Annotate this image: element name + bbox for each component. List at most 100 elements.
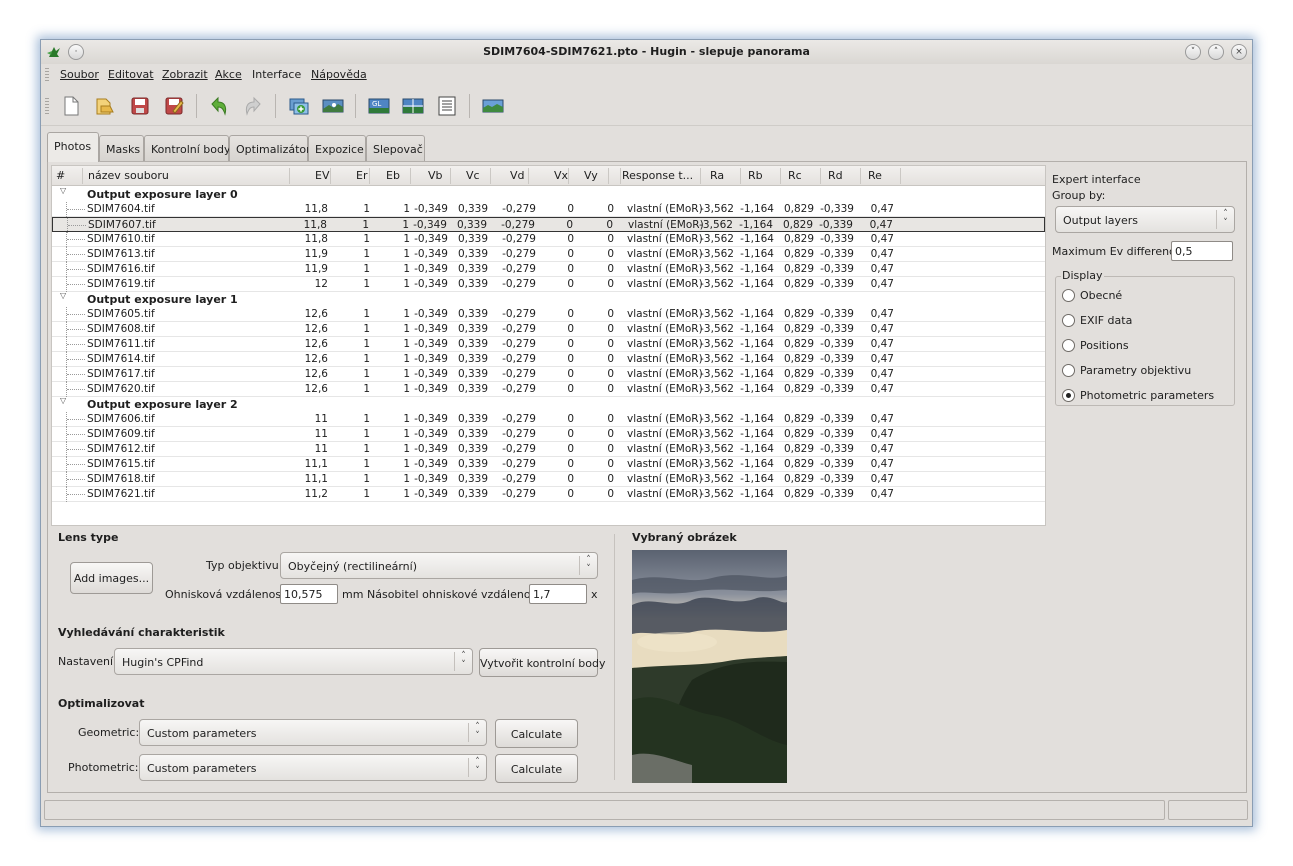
collapse-triangle-icon[interactable]: ▽ bbox=[60, 291, 66, 300]
table-row[interactable]: SDIM7611.tif 12,6 1 1 -0,349 0,339 -0,279 0 0 vla… bbox=[52, 337, 1045, 352]
column-header[interactable]: Response t... bbox=[622, 169, 693, 182]
tab-control-points[interactable]: Kontrolní body bbox=[144, 135, 230, 161]
photometric-calculate-button[interactable]: Calculate bbox=[495, 754, 578, 783]
add-images-icon[interactable] bbox=[288, 95, 310, 117]
fast-preview-icon[interactable] bbox=[402, 95, 424, 117]
undo-icon[interactable] bbox=[208, 95, 230, 117]
group-by-select[interactable]: Output layers ˄ ˅ bbox=[1055, 206, 1235, 233]
column-header[interactable]: Re bbox=[868, 169, 882, 182]
column-separator[interactable] bbox=[740, 168, 741, 184]
tab-masks[interactable]: Masks bbox=[99, 135, 144, 161]
save-as-icon[interactable] bbox=[163, 95, 185, 117]
column-header[interactable]: Vd bbox=[510, 169, 525, 182]
menu-soubor[interactable]: Soubor bbox=[60, 68, 99, 81]
collapse-triangle-icon[interactable]: ▽ bbox=[60, 186, 66, 195]
table-row[interactable]: SDIM7606.tif 11 1 1 -0,349 0,339 -0,279 0 0 vlast… bbox=[52, 412, 1045, 427]
table-row[interactable]: SDIM7604.tif 11,8 1 1 -0,349 0,339 -0,279 0 0 vla… bbox=[52, 202, 1045, 217]
column-separator[interactable] bbox=[700, 168, 701, 184]
radio-icon[interactable] bbox=[1062, 389, 1075, 402]
layout-icon[interactable] bbox=[436, 95, 458, 117]
toolbar-grip[interactable] bbox=[45, 98, 49, 114]
radio-icon[interactable] bbox=[1062, 289, 1075, 302]
tab-optimizer[interactable]: Optimalizátor bbox=[229, 135, 311, 161]
table-row[interactable]: SDIM7619.tif 12 1 1 -0,349 0,339 -0,279 0 0 vlast… bbox=[52, 277, 1045, 292]
column-separator[interactable] bbox=[450, 168, 451, 184]
column-separator[interactable] bbox=[620, 168, 621, 184]
images-table[interactable]: # název souboru EV Er Eb Vb Vc Vd Vx Vy Response t… bbox=[51, 165, 1046, 526]
radio-icon[interactable] bbox=[1062, 314, 1075, 327]
column-separator[interactable] bbox=[608, 168, 609, 184]
table-row[interactable]: SDIM7605.tif 12,6 1 1 -0,349 0,339 -0,279 0 0 vla… bbox=[52, 307, 1045, 322]
assistant-icon[interactable] bbox=[322, 95, 344, 117]
focal-length-input[interactable]: 10,575 bbox=[280, 584, 338, 604]
create-control-points-button[interactable]: Vytvořit kontrolní body bbox=[479, 648, 605, 677]
column-header[interactable]: Vb bbox=[428, 169, 443, 182]
column-separator[interactable] bbox=[568, 168, 569, 184]
radio-icon[interactable] bbox=[1062, 364, 1075, 377]
column-header[interactable]: Rb bbox=[748, 169, 763, 182]
new-icon[interactable] bbox=[60, 95, 82, 117]
column-separator[interactable] bbox=[490, 168, 491, 184]
table-row[interactable]: SDIM7620.tif 12,6 1 1 -0,349 0,339 -0,279 0 0 vla… bbox=[52, 382, 1045, 397]
tab-exposure[interactable]: Expozice bbox=[308, 135, 366, 161]
table-row[interactable]: SDIM7610.tif 11,8 1 1 -0,349 0,339 -0,279 0 0 vla… bbox=[52, 232, 1045, 247]
column-header[interactable]: EV bbox=[315, 169, 329, 182]
column-separator[interactable] bbox=[900, 168, 901, 184]
save-icon[interactable] bbox=[129, 95, 151, 117]
group-row[interactable]: ▽ Output exposure layer 2 bbox=[52, 396, 1045, 412]
table-row[interactable]: SDIM7608.tif 12,6 1 1 -0,349 0,339 -0,279 0 0 vla… bbox=[52, 322, 1045, 337]
table-row[interactable]: SDIM7617.tif 12,6 1 1 -0,349 0,339 -0,279 0 0 vla… bbox=[52, 367, 1045, 382]
cp-setting-select[interactable]: Hugin's CPFind ˄ ˅ bbox=[114, 648, 473, 675]
tab-stitcher[interactable]: Slepovač bbox=[366, 135, 425, 161]
column-separator[interactable] bbox=[410, 168, 411, 184]
table-row[interactable]: SDIM7615.tif 11,1 1 1 -0,349 0,339 -0,279 0 0 vla… bbox=[52, 457, 1045, 472]
close-icon[interactable]: × bbox=[1231, 44, 1247, 60]
column-header[interactable]: Rc bbox=[788, 169, 802, 182]
column-separator[interactable] bbox=[528, 168, 529, 184]
group-row[interactable]: ▽ Output exposure layer 0 bbox=[52, 186, 1045, 202]
max-ev-input[interactable]: 0,5 bbox=[1171, 241, 1233, 261]
column-separator[interactable] bbox=[820, 168, 821, 184]
table-row[interactable]: SDIM7609.tif 11 1 1 -0,349 0,339 -0,279 0 0 vlast… bbox=[52, 427, 1045, 442]
column-separator[interactable] bbox=[330, 168, 331, 184]
menubar-grip[interactable] bbox=[45, 68, 49, 82]
title-bar[interactable]: · SDIM7604-SDIM7621.pto - Hugin - slepuj… bbox=[41, 40, 1252, 64]
table-row[interactable]: SDIM7612.tif 11 1 1 -0,349 0,339 -0,279 0 0 vlast… bbox=[52, 442, 1045, 457]
column-separator[interactable] bbox=[780, 168, 781, 184]
gl-preview-icon[interactable]: GL bbox=[368, 95, 390, 117]
tab-photos[interactable]: Photos bbox=[47, 132, 99, 162]
table-row[interactable]: SDIM7621.tif 11,2 1 1 -0,349 0,339 -0,279 0 0 vla… bbox=[52, 487, 1045, 502]
column-header[interactable]: Er bbox=[356, 169, 367, 182]
crop-factor-input[interactable]: 1,7 bbox=[529, 584, 587, 604]
column-header[interactable]: Vx bbox=[554, 169, 568, 182]
table-row[interactable]: SDIM7614.tif 12,6 1 1 -0,349 0,339 -0,279 0 0 vla… bbox=[52, 352, 1045, 367]
radio-icon[interactable] bbox=[1062, 339, 1075, 352]
menu-akce[interactable]: Akce bbox=[215, 68, 242, 81]
minimize-icon[interactable]: ˅ bbox=[1185, 44, 1201, 60]
table-row[interactable]: SDIM7616.tif 11,9 1 1 -0,349 0,339 -0,279 0 0 vla… bbox=[52, 262, 1045, 277]
show-panorama-icon[interactable] bbox=[482, 95, 504, 117]
table-row[interactable]: SDIM7607.tif 11,8 1 1 -0,349 0,339 -0,279 0 0 vla… bbox=[52, 217, 1045, 233]
geometric-select[interactable]: Custom parameters ˄ ˅ bbox=[139, 719, 487, 746]
column-header[interactable]: Vy bbox=[584, 169, 598, 182]
column-header[interactable]: Ra bbox=[710, 169, 724, 182]
group-row[interactable]: ▽ Output exposure layer 1 bbox=[52, 291, 1045, 307]
menu-interface[interactable]: Interface bbox=[252, 68, 301, 81]
column-header[interactable]: Rd bbox=[828, 169, 843, 182]
column-header[interactable]: název souboru bbox=[88, 169, 169, 182]
table-row[interactable]: SDIM7618.tif 11,1 1 1 -0,349 0,339 -0,279 0 0 vla… bbox=[52, 472, 1045, 487]
add-images-button[interactable]: Add images... bbox=[70, 562, 153, 594]
lens-type-select[interactable]: Obyčejný (rectilineární) ˄ ˅ bbox=[280, 552, 598, 579]
column-separator[interactable] bbox=[289, 168, 290, 184]
menu-napoveda[interactable]: Nápověda bbox=[311, 68, 367, 81]
collapse-triangle-icon[interactable]: ▽ bbox=[60, 396, 66, 405]
maximize-icon[interactable]: ˄ bbox=[1208, 44, 1224, 60]
table-row[interactable]: SDIM7613.tif 11,9 1 1 -0,349 0,339 -0,279 0 0 vla… bbox=[52, 247, 1045, 262]
photometric-select[interactable]: Custom parameters ˄ ˅ bbox=[139, 754, 487, 781]
geometric-calculate-button[interactable]: Calculate bbox=[495, 719, 578, 748]
column-header[interactable]: Vc bbox=[466, 169, 480, 182]
menu-zobrazit[interactable]: Zobrazit bbox=[162, 68, 208, 81]
column-separator[interactable] bbox=[860, 168, 861, 184]
menu-editovat[interactable]: Editovat bbox=[108, 68, 154, 81]
column-header[interactable]: # bbox=[56, 169, 65, 182]
